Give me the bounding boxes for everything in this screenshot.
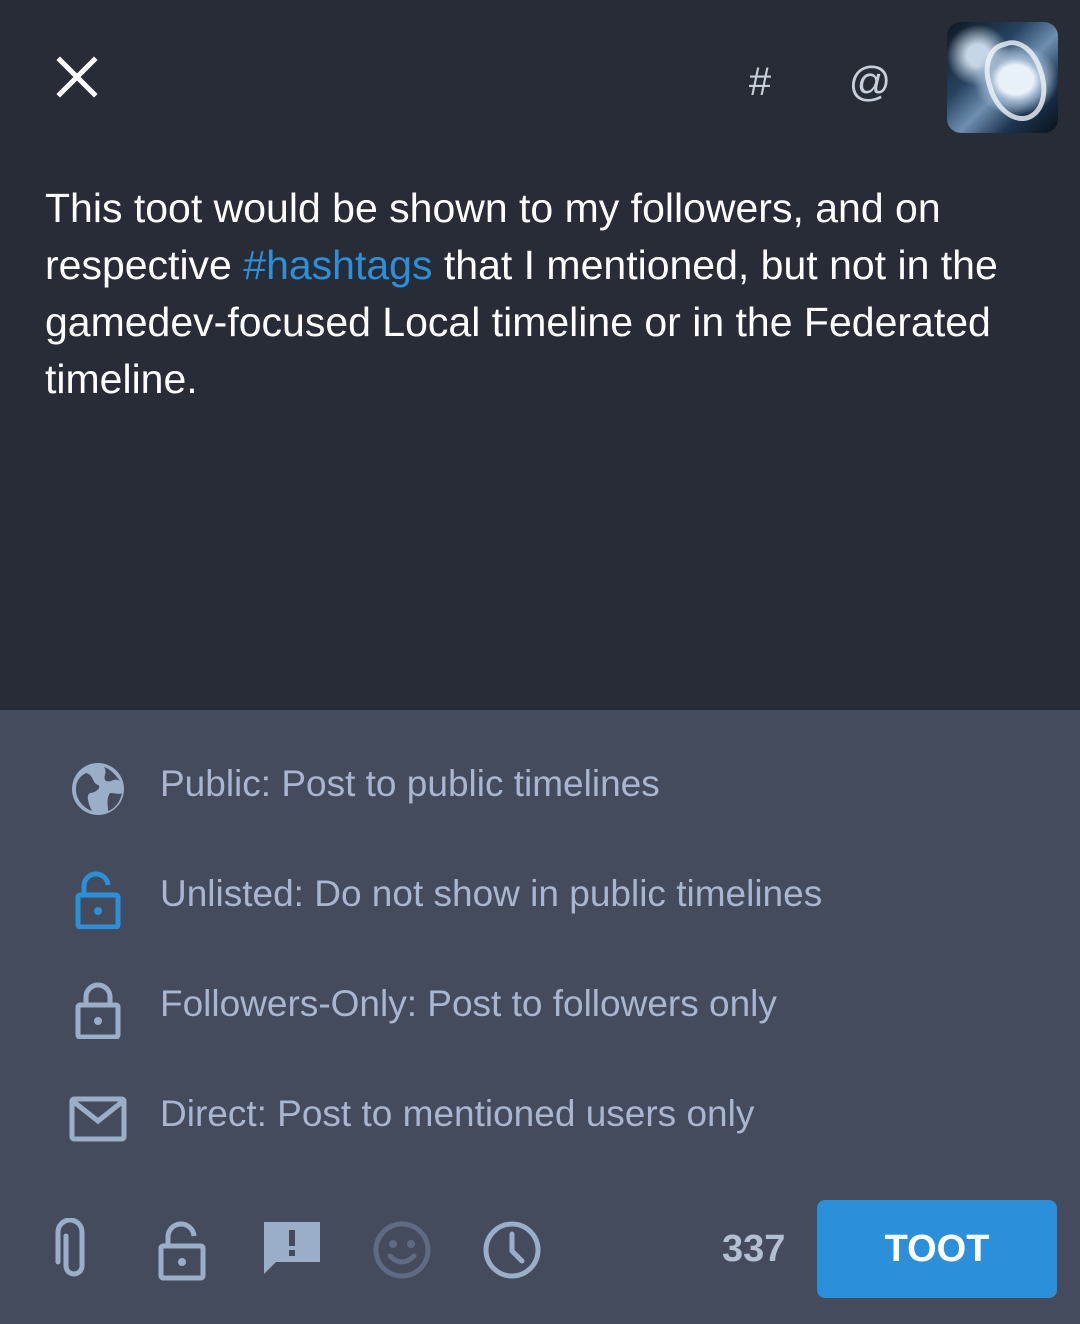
warning-bubble-icon (264, 1222, 320, 1274)
visibility-unlisted-label: Unlisted: Do not show in public timeline… (160, 873, 823, 914)
visibility-followers-label: Followers-Only: Post to followers only (160, 983, 777, 1024)
hashtag-button[interactable]: # (730, 52, 790, 112)
compose-toolbar: 337 TOOT (0, 1180, 1080, 1324)
emoji-button[interactable] (370, 1218, 434, 1282)
close-icon (56, 56, 98, 98)
close-button[interactable] (52, 52, 102, 102)
clock-icon (483, 1221, 541, 1279)
attach-media-button[interactable] (42, 1217, 106, 1282)
character-counter: 337 (722, 1228, 786, 1270)
smiley-icon (373, 1221, 431, 1279)
hashtag-link[interactable]: #hashtags (243, 242, 432, 288)
lock-icon (75, 982, 121, 1039)
envelope-icon (69, 1096, 127, 1142)
visibility-unlisted-option[interactable]: Unlisted: Do not show in public timeline… (0, 844, 1080, 954)
visibility-direct-option[interactable]: Direct: Post to mentioned users only (0, 1064, 1080, 1174)
unlock-icon (158, 1221, 206, 1281)
visibility-direct-label: Direct: Post to mentioned users only (160, 1093, 755, 1134)
avatar[interactable] (947, 22, 1058, 133)
toot-button[interactable]: TOOT (817, 1200, 1057, 1298)
content-warning-button[interactable] (260, 1218, 324, 1282)
unlock-icon (75, 871, 121, 929)
mention-button[interactable]: @ (840, 52, 900, 112)
visibility-public-option[interactable]: Public: Post to public timelines (0, 734, 1080, 844)
schedule-button[interactable] (480, 1218, 544, 1282)
paperclip-icon (55, 1217, 85, 1277)
visibility-public-label: Public: Post to public timelines (160, 763, 660, 804)
compose-area: # @ This toot would be shown to my follo… (0, 0, 1080, 710)
toot-text-input[interactable]: This toot would be shown to my followers… (45, 180, 1045, 408)
visibility-followers-option[interactable]: Followers-Only: Post to followers only (0, 954, 1080, 1064)
globe-icon (72, 763, 124, 815)
visibility-menu: Public: Post to public timelines Unliste… (0, 710, 1080, 1180)
visibility-toggle-button[interactable] (150, 1218, 214, 1282)
